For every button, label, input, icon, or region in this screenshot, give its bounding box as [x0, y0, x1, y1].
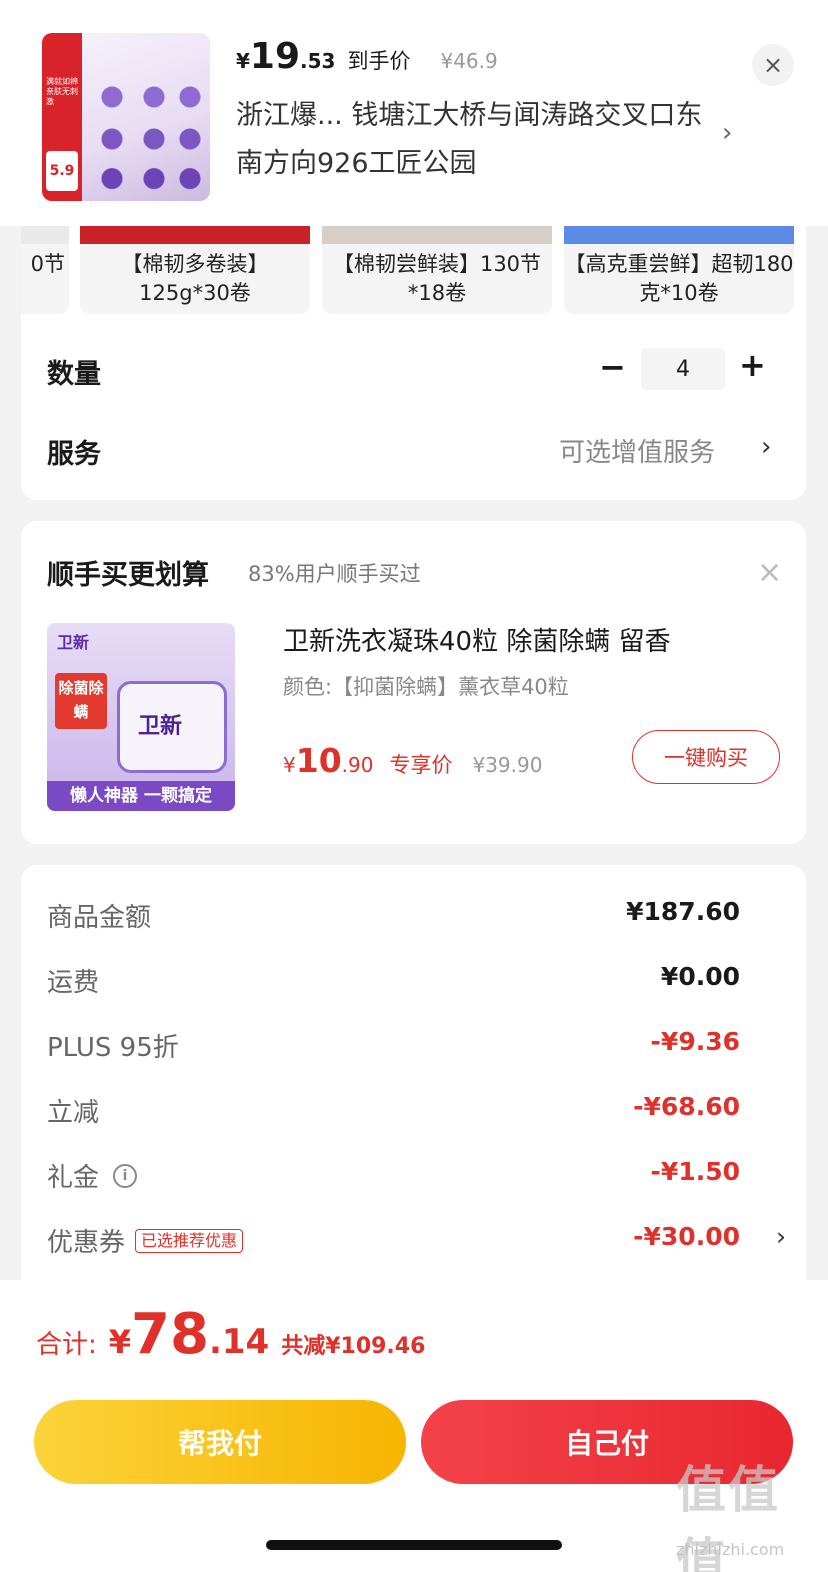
addon-thumbnail[interactable]: 卫新 除菌除螨 卫新 懒人神器 一颗搞定	[47, 623, 235, 811]
coupon-row[interactable]: 优惠券 已选推荐优惠 -¥30.00 ›	[47, 1222, 786, 1262]
checkout-bar: 合计: ¥ 78 .14 共减¥109.46 帮我付 自己付 值值值 zhizh…	[0, 1280, 828, 1572]
quantity-label: 数量	[47, 359, 101, 390]
summary-value: ¥187.60	[626, 897, 740, 926]
service-label: 服务	[47, 439, 101, 470]
product-header: 满就如棉 亲肤无刺激 5.9 ¥ 19 .53 到手价 ¥46.9 浙江爆...…	[0, 0, 828, 226]
order-total: 合计: ¥ 78 .14 共减¥109.46	[36, 1302, 425, 1367]
plus-icon[interactable]: +	[739, 346, 766, 384]
variant-image-strip	[21, 226, 69, 244]
chevron-right-icon[interactable]: ›	[761, 432, 771, 462]
variant-image-strip	[322, 226, 552, 244]
summary-label: PLUS 95折	[47, 1033, 179, 1063]
thumbnail-discount-badge: 5.9	[46, 151, 78, 191]
summary-label: 运费	[47, 968, 100, 998]
addon-price-currency: ¥	[283, 753, 296, 777]
summary-label-group: 优惠券 已选推荐优惠	[47, 1222, 244, 1259]
total-currency: ¥	[108, 1323, 132, 1361]
price-integer: 19	[249, 36, 301, 77]
price-summary-card: 商品金额 ¥187.60 运费 ¥0.00 PLUS 95折 -¥9.36 立减…	[21, 865, 806, 1285]
coupon-badge: 已选推荐优惠	[135, 1228, 244, 1253]
addon-price-tag: 专享价	[389, 753, 453, 777]
total-integer: 78	[131, 1302, 209, 1367]
summary-label: 立减	[47, 1098, 100, 1128]
variant-option[interactable]: 【高克重尝鲜】超韧180克*10卷	[564, 226, 794, 314]
summary-label: 优惠券	[47, 1228, 126, 1258]
product-thumbnail[interactable]: 满就如棉 亲肤无刺激 5.9	[42, 33, 210, 201]
close-icon[interactable]: ×	[757, 555, 782, 590]
price-currency: ¥	[236, 49, 250, 73]
summary-label: 礼金	[47, 1163, 100, 1193]
addon-card: 顺手买更划算 83%用户顺手买过 × 卫新 除菌除螨 卫新 懒人神器 一颗搞定 …	[21, 521, 806, 844]
addon-thumb-tag: 除菌除螨	[55, 673, 107, 729]
summary-value: ¥0.00	[660, 962, 740, 991]
variant-option[interactable]: 【棉韧尝鲜装】130节*18卷	[322, 226, 552, 314]
price-decimal: .53	[300, 49, 336, 73]
home-indicator[interactable]	[266, 1540, 562, 1550]
order-options-card: 0节 【棉韧多卷装】125g*30卷 【棉韧尝鲜装】130节*18卷 【高克重尝…	[21, 226, 806, 500]
addon-price: ¥ 10 .90 专享价 ¥39.90	[283, 741, 542, 780]
addon-thumb-brand: 卫新	[57, 633, 90, 652]
summary-value: -¥9.36	[650, 1027, 740, 1056]
info-icon[interactable]: i	[113, 1163, 138, 1188]
summary-label: 商品金额	[47, 903, 152, 933]
summary-label-group: 礼金 i	[47, 1157, 138, 1194]
variant-option[interactable]: 【棉韧多卷装】125g*30卷	[80, 226, 310, 314]
addon-thumb-tub-label: 卫新	[138, 714, 183, 739]
total-decimal: .14	[208, 1322, 270, 1362]
summary-value: -¥68.60	[633, 1092, 740, 1121]
thumbnail-promo-text: 满就如棉 亲肤无刺激	[46, 77, 78, 106]
variant-label: 【高克重尝鲜】超韧180克*10卷	[564, 252, 794, 305]
delivery-address[interactable]: 浙江爆... 钱塘江大桥与闻涛路交叉口东南方向926工匠公园	[236, 92, 706, 188]
total-saving: 共减¥109.46	[281, 1334, 426, 1359]
chevron-right-icon[interactable]: ›	[722, 118, 732, 148]
addon-title: 顺手买更划算	[47, 560, 209, 591]
header-price: ¥ 19 .53 到手价 ¥46.9	[236, 36, 498, 77]
one-click-buy-button[interactable]: 一键购买	[632, 730, 780, 784]
addon-product-name[interactable]: 卫新洗衣凝珠40粒 除菌除螨 留香	[283, 621, 671, 658]
price-tag: 到手价	[347, 49, 411, 73]
original-price: ¥46.9	[440, 49, 498, 73]
variant-image-strip	[564, 226, 794, 244]
variant-image-strip	[80, 226, 310, 244]
summary-row: 运费 ¥0.00	[47, 962, 760, 1002]
addon-subtitle: 83%用户顺手买过	[248, 562, 421, 586]
close-icon[interactable]: ×	[752, 44, 794, 86]
addon-product-spec[interactable]: 颜色:【抑菌除螨】薰衣草40粒	[283, 671, 569, 701]
addon-price-integer: 10	[295, 741, 342, 780]
summary-row: PLUS 95折 -¥9.36	[47, 1027, 760, 1067]
watermark: 值值值 zhizhizhi.com	[676, 1450, 826, 1572]
variant-label: 【棉韧多卷装】125g*30卷	[121, 252, 269, 305]
summary-value: -¥30.00	[633, 1222, 740, 1251]
minus-icon[interactable]: −	[599, 348, 626, 386]
chevron-right-icon[interactable]: ›	[776, 1222, 786, 1251]
summary-row: 礼金 i -¥1.50	[47, 1157, 760, 1197]
summary-row: 立减 -¥68.60	[47, 1092, 760, 1132]
summary-row: 商品金额 ¥187.60	[47, 897, 760, 937]
detergent-tub-image: 卫新	[117, 681, 227, 773]
variant-option[interactable]: 0节	[21, 226, 69, 314]
variant-label: 【棉韧尝鲜装】130节*18卷	[332, 252, 542, 305]
variant-label: 0节	[30, 252, 65, 276]
help-me-pay-button[interactable]: 帮我付	[34, 1400, 406, 1484]
addon-price-decimal: .90	[341, 753, 374, 777]
addon-original-price: ¥39.90	[472, 753, 543, 777]
summary-value: -¥1.50	[650, 1157, 740, 1186]
total-label: 合计:	[36, 1330, 97, 1360]
service-value[interactable]: 可选增值服务	[559, 432, 715, 469]
tissue-rolls-image	[88, 73, 208, 193]
quantity-stepper[interactable]: 4	[641, 348, 725, 390]
addon-thumb-slogan: 懒人神器 一颗搞定	[47, 781, 235, 811]
watermark-url: zhizhizhi.com	[676, 1540, 785, 1559]
